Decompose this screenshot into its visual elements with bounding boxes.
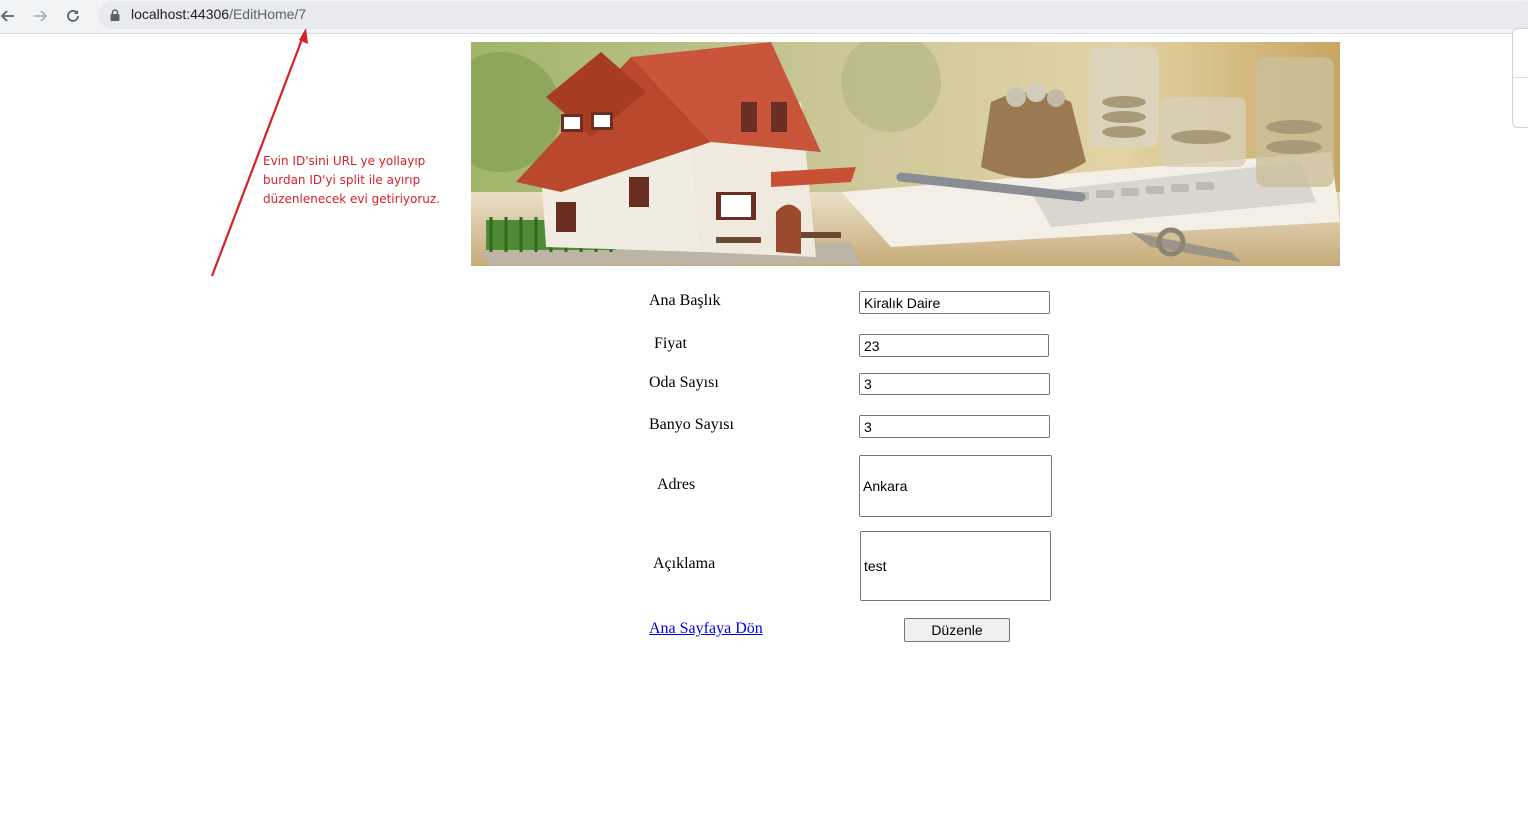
description-value: test (864, 558, 887, 574)
description-textarea[interactable]: test (860, 531, 1051, 601)
rooms-label: Oda Sayısı (649, 374, 719, 391)
annotation-line: düzenlenecek evi getiriyoruz. (263, 192, 440, 206)
lock-icon (110, 9, 120, 21)
title-label: Ana Başlık (649, 292, 721, 309)
annotation-note: Evin ID'sini URL ye yollayıp burdan ID'y… (263, 152, 463, 209)
rooms-input[interactable] (859, 373, 1050, 395)
title-input[interactable] (859, 291, 1050, 314)
address-value: Ankara (863, 478, 908, 494)
address-label: Adres (657, 476, 696, 493)
forward-arrow-icon[interactable] (28, 4, 52, 28)
annotation-line: Evin ID'sini URL ye yollayıp (263, 154, 426, 168)
annotation-line: burdan ID'yi split ile ayırıp (263, 173, 421, 187)
banner-image (471, 42, 1340, 266)
price-label: Fiyat (654, 335, 687, 352)
baths-input[interactable] (859, 415, 1050, 438)
price-input[interactable] (859, 334, 1049, 357)
address-textarea[interactable]: Ankara (859, 455, 1052, 517)
description-label: Açıklama (653, 555, 716, 572)
reload-icon[interactable] (61, 4, 85, 28)
edit-submit-button[interactable]: Düzenle (904, 618, 1010, 642)
back-arrow-icon[interactable] (0, 4, 20, 28)
home-page-link[interactable]: Ana Sayfaya Dön (649, 620, 763, 638)
side-panel-tab[interactable] (1512, 28, 1528, 128)
baths-label: Banyo Sayısı (649, 416, 734, 433)
